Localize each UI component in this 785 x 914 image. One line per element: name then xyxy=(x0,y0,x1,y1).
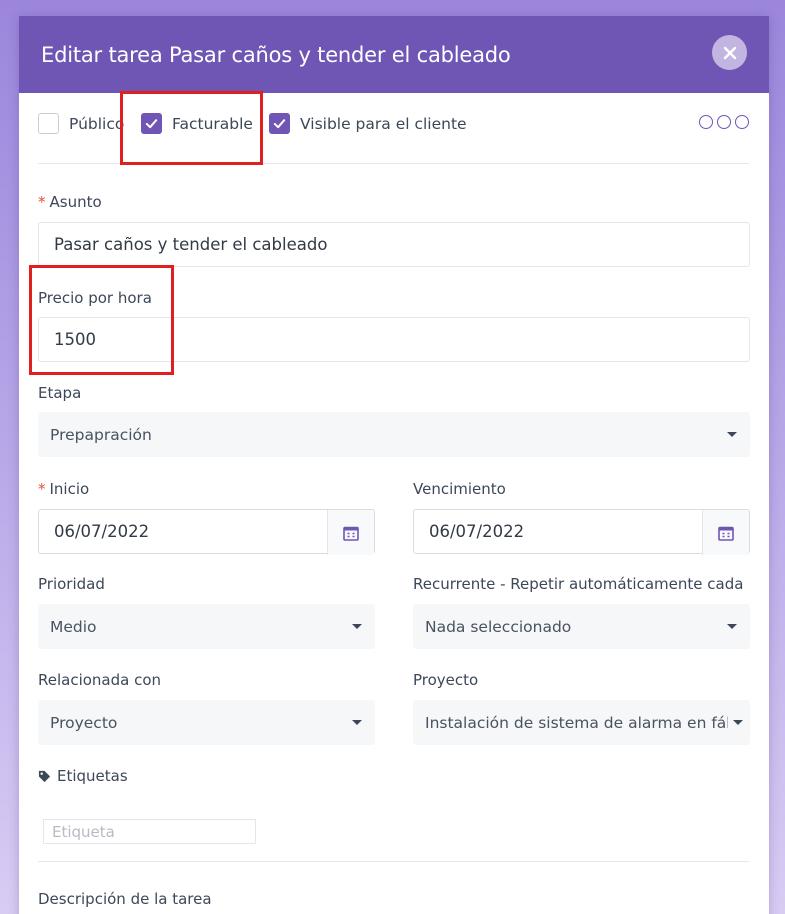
tag-icon xyxy=(38,770,51,782)
visible-client-checkbox[interactable]: Visible para el cliente xyxy=(269,113,467,134)
chevron-down-icon xyxy=(727,432,737,437)
subject-label-text: Asunto xyxy=(49,193,102,211)
highlight-box-billable xyxy=(120,91,263,165)
related-label: Relacionada con xyxy=(38,671,162,689)
dot xyxy=(735,115,749,129)
modal-header: Editar tarea Pasar caños y tender el cab… xyxy=(19,16,769,93)
subject-label: * Asunto xyxy=(38,193,102,211)
chevron-down-icon xyxy=(352,720,362,725)
checkmark-icon xyxy=(273,119,286,129)
tags-label-text: Etiquetas xyxy=(57,767,128,785)
modal-title: Editar tarea Pasar caños y tender el cab… xyxy=(41,42,511,67)
project-value: Instalación de sistema de alarma en fáb xyxy=(425,713,728,732)
due-date-field[interactable]: 06/07/2022 xyxy=(413,509,750,555)
start-calendar-button[interactable] xyxy=(327,510,374,555)
start-label-text: Inicio xyxy=(49,480,90,498)
chevron-down-icon xyxy=(733,720,743,725)
start-date-value: 06/07/2022 xyxy=(54,522,150,541)
close-icon xyxy=(723,46,736,59)
subject-input[interactable]: Pasar caños y tender el cableado xyxy=(38,222,750,267)
start-label: * Inicio xyxy=(38,480,89,498)
dot xyxy=(699,115,713,129)
priority-value: Medio xyxy=(50,617,97,636)
checkbox-box[interactable] xyxy=(269,113,290,134)
recurring-value: Nada seleccionado xyxy=(425,617,572,636)
project-label: Proyecto xyxy=(413,671,479,689)
more-options-icon[interactable] xyxy=(699,115,749,129)
stage-label: Etapa xyxy=(38,384,82,402)
due-label: Vencimiento xyxy=(413,480,506,498)
public-label: Público xyxy=(69,114,125,133)
description-label: Descripción de la tarea xyxy=(38,890,212,908)
divider xyxy=(38,861,749,862)
highlight-box-price xyxy=(29,265,174,375)
stage-select[interactable]: Prepapración xyxy=(38,412,750,457)
due-date-value: 06/07/2022 xyxy=(429,522,525,541)
dot xyxy=(717,115,731,129)
recurring-select[interactable]: Nada seleccionado xyxy=(413,604,750,649)
checkbox-box[interactable] xyxy=(38,113,59,134)
project-select[interactable]: Instalación de sistema de alarma en fáb xyxy=(413,700,750,745)
related-select[interactable]: Proyecto xyxy=(38,700,375,745)
calendar-icon xyxy=(343,526,359,541)
related-value: Proyecto xyxy=(50,713,118,732)
public-checkbox[interactable]: Público xyxy=(38,113,124,134)
calendar-icon xyxy=(718,526,734,541)
start-date-field[interactable]: 06/07/2022 xyxy=(38,509,375,555)
visible-client-label: Visible para el cliente xyxy=(300,114,467,133)
stage-value: Prepapración xyxy=(50,425,152,444)
required-asterisk: * xyxy=(38,480,46,498)
tag-input[interactable]: Etiqueta xyxy=(43,819,256,844)
priority-select[interactable]: Medio xyxy=(38,604,375,649)
required-asterisk: * xyxy=(38,193,46,211)
priority-label: Prioridad xyxy=(38,575,105,593)
chevron-down-icon xyxy=(352,624,362,629)
tags-label: Etiquetas xyxy=(38,767,128,785)
recurring-label: Recurrente - Repetir automáticamente cad… xyxy=(413,575,744,593)
chevron-down-icon xyxy=(727,624,737,629)
due-calendar-button[interactable] xyxy=(702,510,749,555)
close-button[interactable] xyxy=(712,35,747,70)
